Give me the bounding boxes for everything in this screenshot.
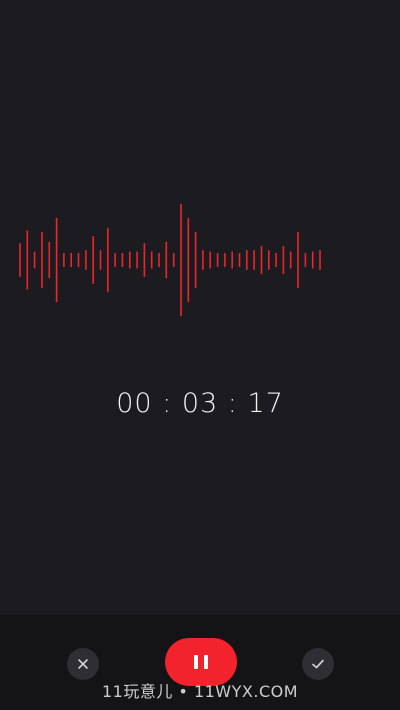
close-icon xyxy=(78,659,88,669)
confirm-button[interactable] xyxy=(302,648,334,680)
check-icon xyxy=(312,659,324,669)
pause-icon xyxy=(191,655,211,669)
audio-waveform xyxy=(19,204,321,316)
watermark: 11玩意儿 • 11WYX.COM xyxy=(101,682,299,701)
recorder-screen: 00 : 03 : 17 11玩意儿 • 11WYX.COM xyxy=(0,0,400,710)
elapsed-timer: 00 : 03 : 17 xyxy=(116,388,284,419)
pause-icon-bar-left xyxy=(194,655,198,669)
pause-icon-bar-right xyxy=(204,655,208,669)
cancel-button[interactable] xyxy=(67,648,99,680)
